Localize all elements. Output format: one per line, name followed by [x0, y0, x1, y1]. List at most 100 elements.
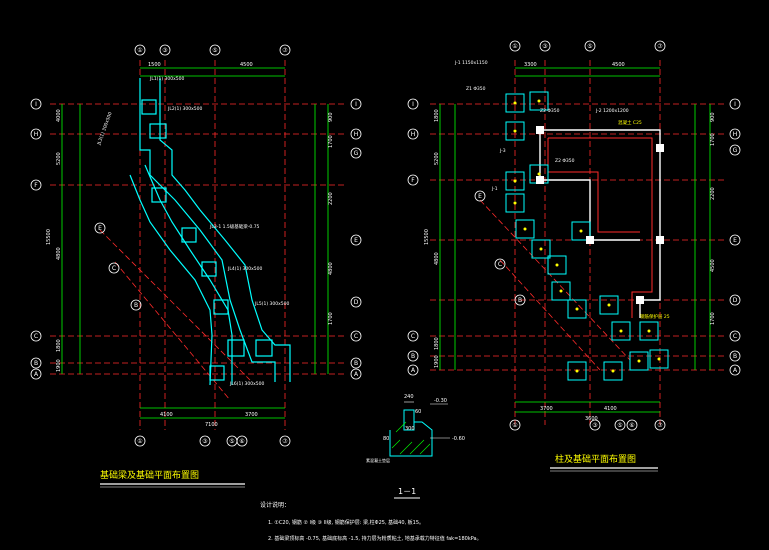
right-diag-axis-B: B — [518, 297, 522, 304]
right-l-axis-H: H — [411, 131, 416, 138]
left-bottom-axis-7: ⑦ — [282, 438, 288, 445]
left-dim-left-total: 15500 — [46, 229, 52, 245]
section-text: 240 60 300 80 -0.30 -0.60 素混凝土垫层 — [366, 394, 465, 463]
left-r-axis-E: E — [354, 237, 358, 244]
right-l-axis-A: A — [411, 367, 416, 374]
right-tags: J-1 1150x1150 Z1 Φ350 Z2 Φ350 J-2 1200x1… — [454, 60, 670, 320]
left-top-axis-5: ⑤ — [212, 47, 217, 54]
left-plan-title: 基础梁及基础平面布置图 — [100, 469, 199, 481]
notes-line-2: 2. 基础梁顶标高 -0.75, 基础底标高 -1.5, 持力层为粉质粘土, 地… — [268, 535, 482, 542]
design-notes: 设计说明： 1. ①C20, 钢筋 ② I级 ③ II级, 钢筋保护层: 梁,柱… — [260, 501, 482, 542]
right-dim-top-1: 3300 — [524, 62, 537, 68]
right-diag-axis-C: C — [498, 261, 502, 268]
left-bottom-axis-6: ⑥ — [239, 438, 244, 445]
right-bottom-axis-1: ① — [512, 422, 517, 429]
left-diag-axis-C: C — [112, 265, 116, 272]
tag-z2: Z2 Φ350 — [540, 108, 560, 114]
left-r-axis-I: I — [355, 101, 357, 108]
right-diag-axis-bubbles — [474, 190, 526, 306]
drawing-canvas: ① ③ ⑤ ⑦ ① ③ ⑤ ⑥ ⑦ I H F C B A I H G E D … — [30, 40, 741, 542]
left-diag-axis-bubbles — [94, 222, 142, 311]
right-diag-axis-labels: E C B — [478, 193, 522, 304]
left-dim-left-4: 1800 — [56, 339, 62, 352]
section-dim-60: 60 — [415, 409, 421, 415]
right-top-axis-5: ⑤ — [587, 43, 592, 50]
right-dim-left-5: 1900 — [434, 355, 440, 368]
left-dim-left-3: 4800 — [56, 247, 62, 260]
right-dim-right-4: 4500 — [710, 259, 716, 272]
section-elev-030: -0.30 — [434, 398, 447, 404]
left-foundation-plan: ① ③ ⑤ ⑦ ① ③ ⑤ ⑥ ⑦ I H F C B A I H G E D … — [30, 44, 362, 488]
left-r-axis-D: D — [354, 299, 359, 306]
left-right-axis-labels: I H G E D C B A — [354, 101, 359, 378]
right-top-axis-7: ⑦ — [657, 43, 663, 50]
right-r-axis-G: G — [733, 147, 738, 154]
tag-j1-top: J-1 1150x1150 — [454, 60, 488, 66]
right-dim-left-1: 1800 — [434, 109, 440, 122]
left-dim-right-3: 2200 — [328, 192, 334, 205]
right-dim-right-5: 1700 — [710, 312, 716, 325]
left-center-note: JL3-1 1.5级基础梁-0.75 — [209, 223, 260, 230]
right-columns — [536, 126, 664, 304]
right-bottom-axis-7: ⑦ — [657, 422, 663, 429]
right-r-axis-C: C — [733, 333, 737, 340]
left-diag-axis-E: E — [98, 225, 102, 232]
left-dim-left-1: 4000 — [56, 109, 62, 122]
right-left-axis-labels: I H F C B A — [411, 101, 416, 374]
tag-j3: J-3 — [499, 148, 506, 154]
tag-z1: Z1 Φ350 — [466, 86, 486, 92]
right-l-axis-C: C — [411, 333, 415, 340]
right-dim-right-2: 1700 — [710, 133, 716, 146]
left-foundation-beams — [129, 78, 291, 386]
left-diag-axis-labels: E C B — [98, 225, 138, 309]
left-dim-left-2: 5200 — [56, 152, 62, 165]
left-dim-bottom-total: 7100 — [205, 422, 218, 428]
right-l-axis-I: I — [412, 101, 414, 108]
left-dimension-lines — [61, 67, 329, 419]
tag-note-1: 混凝土 C25 — [618, 119, 642, 126]
left-dim-left-5: 1900 — [56, 359, 62, 372]
notes-heading: 设计说明： — [260, 501, 290, 509]
beam-tag-2: JL2(1) 300x500 — [167, 106, 202, 112]
left-dim-right-4: 4800 — [328, 262, 334, 275]
left-bottom-axis-1: ① — [137, 438, 142, 445]
right-r-axis-D: D — [733, 297, 738, 304]
right-top-axis-3: ③ — [542, 43, 547, 50]
left-dim-top-2: 4500 — [240, 62, 253, 68]
right-bottom-axis-5: ⑤ — [617, 422, 622, 429]
section-dim-240: 240 — [404, 394, 414, 400]
right-bottom-axis-6: ⑥ — [629, 422, 634, 429]
right-diag-axis-E: E — [478, 193, 482, 200]
left-r-axis-A: A — [354, 371, 359, 378]
section-dim-300: 300 — [405, 426, 415, 432]
right-dim-left-total: 15500 — [424, 229, 430, 245]
tag-note-2: 钢筋保护层 25 — [640, 313, 670, 320]
right-r-axis-B: B — [733, 353, 737, 360]
right-r-axis-E: E — [733, 237, 737, 244]
left-dimension-text: 1500 4500 4000 5200 4800 1800 1900 15500… — [46, 62, 334, 428]
left-top-axis-1: ① — [137, 47, 142, 54]
right-dim-left-4: 1800 — [434, 337, 440, 350]
right-bottom-axis-labels: ① ③ ⑤ ⑥ ⑦ — [512, 422, 663, 429]
tag-j1: J-1 — [491, 186, 498, 192]
tag-z2b: Z2 Φ350 — [555, 158, 575, 164]
section-dim-80: 80 — [383, 436, 389, 442]
tag-j2: J-2 1200x1200 — [595, 108, 629, 114]
beam-tag-6: JL6(1) 300x500 — [229, 381, 264, 387]
left-axis-B: B — [34, 360, 38, 367]
right-r-axis-H: H — [733, 131, 738, 138]
right-plan-title: 柱及基础平面布置图 — [555, 453, 636, 465]
right-dim-bottom-1: 3700 — [540, 406, 553, 412]
section-1-1: 240 60 300 80 -0.30 -0.60 素混凝土垫层 1－1 — [366, 394, 465, 499]
left-axis-F: F — [34, 182, 38, 189]
right-dim-bottom-2: 4100 — [604, 406, 617, 412]
right-dim-left-2: 5200 — [434, 152, 440, 165]
right-r-axis-A: A — [733, 367, 738, 374]
left-r-axis-G: G — [354, 150, 359, 157]
section-dims — [404, 401, 450, 439]
left-bottom-axis-5: ⑤ — [229, 438, 234, 445]
beam-tag-4: JL4(1) 300x500 — [227, 266, 262, 272]
left-dim-right-2: 1700 — [328, 135, 334, 148]
left-axis-I: I — [35, 101, 37, 108]
right-column-plan: ① ③ ⑤ ⑦ ① ③ ⑤ ⑥ ⑦ I H F C B A I H G E D … — [407, 40, 741, 472]
